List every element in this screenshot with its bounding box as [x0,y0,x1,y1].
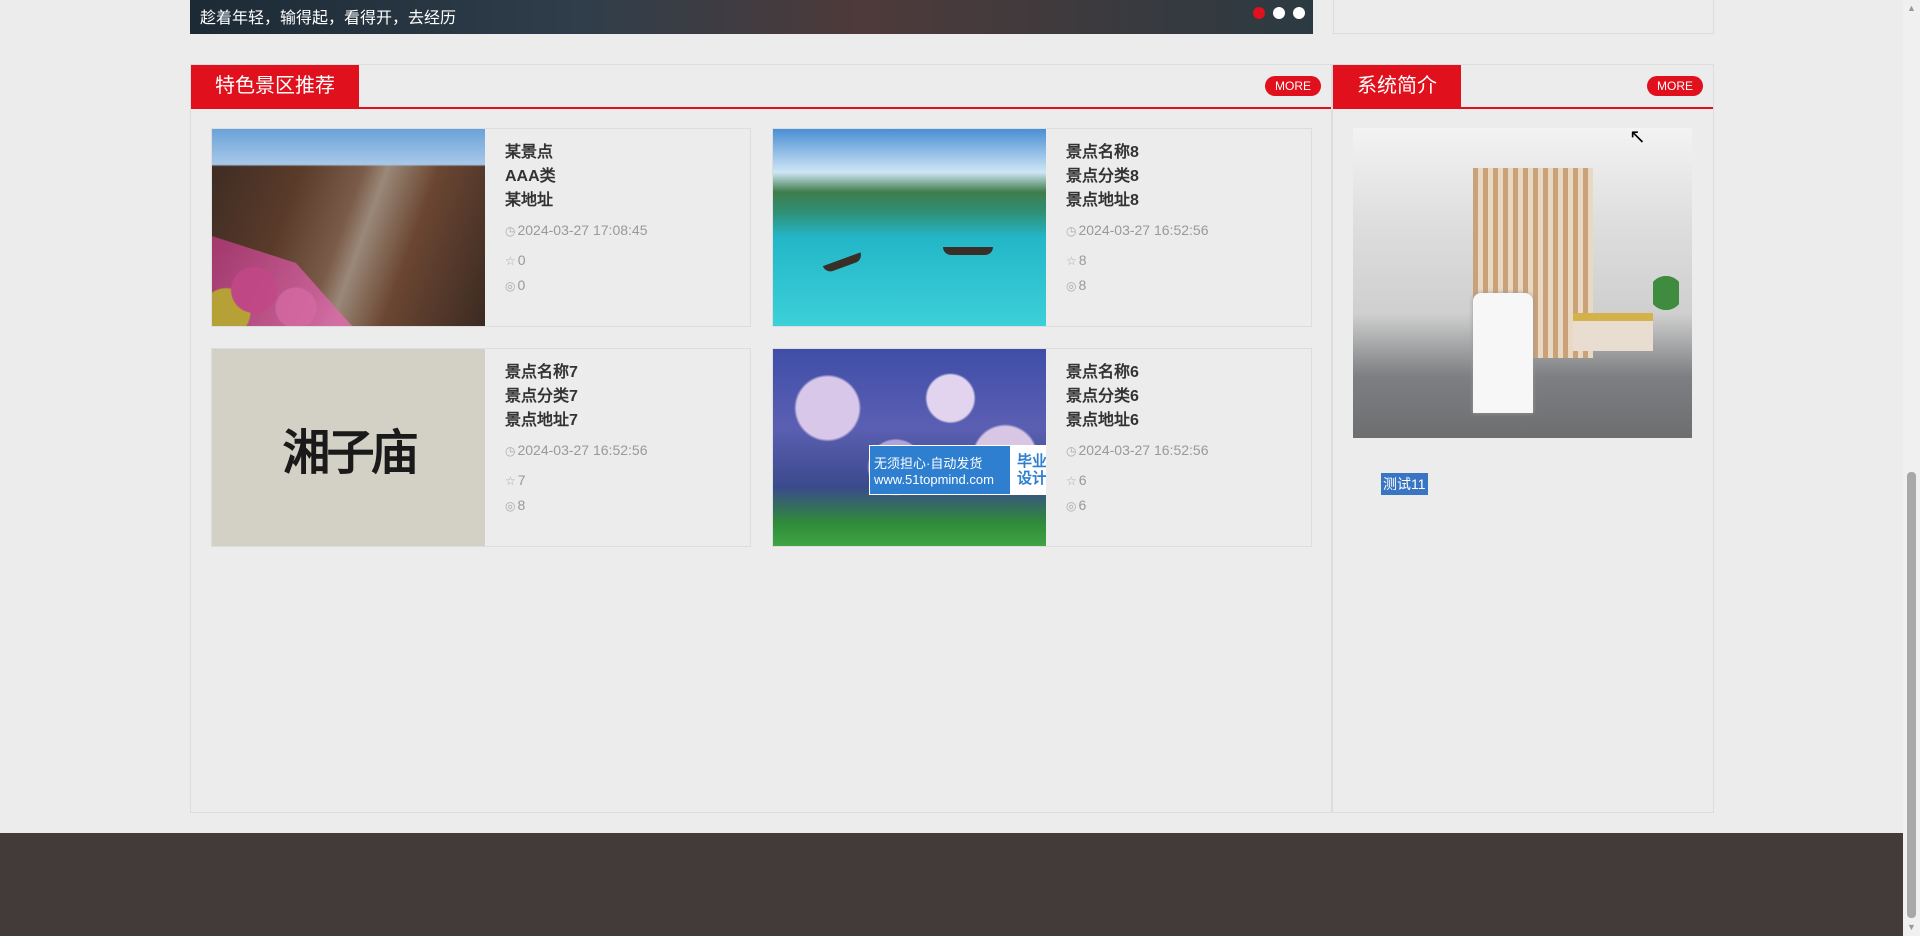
page: 趁着年轻，输得起，看得开，去经历 特色景区推荐 MORE 某景点 AAA类 某地… [0,0,1920,936]
featured-panel: 特色景区推荐 MORE 某景点 AAA类 某地址 ◷ 2024-03-27 17:… [190,64,1332,813]
scenic-card[interactable]: 景点名称8 景点分类8 景点地址8 ◷ 2024-03-27 16:52:56 ☆… [772,128,1312,327]
scenic-image[interactable] [212,129,485,326]
scroll-up-icon[interactable]: ▲ [1903,0,1920,17]
scenic-views: 8 [1078,277,1087,293]
scenic-name[interactable]: 景点名称6 [1066,361,1306,385]
scenic-category: AAA类 [505,168,556,185]
watermark-badge1: 毕业 [1016,453,1046,470]
scenic-image[interactable]: 无须担心·自动发货 www.51topmind.com 毕业 设计 [773,349,1046,546]
scenic-time: 2024-03-27 17:08:45 [517,222,648,238]
clock-icon: ◷ [1066,224,1077,238]
scenic-address: 景点地址6 [1066,412,1139,429]
watermark-badge: 无须担心·自动发货 www.51topmind.com 毕业 设计 [869,445,1046,495]
scenic-card[interactable]: 湘子庙 景点名称7 景点分类7 景点地址7 ◷ 2024-03-27 16:52:… [211,348,751,547]
banner-carousel[interactable]: 趁着年轻，输得起，看得开，去经历 [190,0,1313,34]
scenic-name[interactable]: 景点名称7 [505,361,745,385]
carousel-dot-3[interactable] [1293,7,1305,19]
intro-text: 测试11 [1381,473,1428,495]
eye-icon: ◎ [1066,499,1077,513]
scenic-likes: 6 [1078,472,1087,488]
footer [0,833,1903,936]
scenic-time: 2024-03-27 16:52:56 [1078,222,1209,238]
featured-more-button[interactable]: MORE [1265,76,1321,96]
scenic-address: 景点地址8 [1066,192,1139,209]
eye-icon: ◎ [505,279,516,293]
clock-icon: ◷ [505,444,516,458]
scenic-time: 2024-03-27 16:52:56 [1078,442,1209,458]
star-icon: ☆ [505,474,516,488]
star-icon: ☆ [505,254,516,268]
banner-caption: 趁着年轻，输得起，看得开，去经历 [200,10,457,27]
scenic-name[interactable]: 某景点 [505,141,745,165]
scenic-image[interactable]: 湘子庙 [212,349,485,546]
scenic-address: 景点地址7 [505,412,578,429]
scenic-image[interactable] [773,129,1046,326]
intro-panel: 系统简介 MORE 测试11 [1332,64,1714,813]
scenic-time: 2024-03-27 16:52:56 [517,442,648,458]
scroll-down-icon[interactable]: ▼ [1903,919,1920,936]
scenic-card[interactable]: 某景点 AAA类 某地址 ◷ 2024-03-27 17:08:45 ☆ 0 ◎ 0 [211,128,751,327]
scenic-likes: 0 [517,252,526,268]
scenic-likes: 8 [1078,252,1087,268]
carousel-dot-1[interactable] [1253,7,1265,19]
intro-more-button[interactable]: MORE [1647,76,1703,96]
top-right-panel [1333,0,1714,34]
scenic-name[interactable]: 景点名称8 [1066,141,1306,165]
featured-header: 特色景区推荐 MORE [191,65,1331,109]
scenic-views: 6 [1078,497,1087,513]
eye-icon: ◎ [505,499,516,513]
scenic-address: 某地址 [505,192,554,209]
intro-header: 系统简介 MORE [1333,65,1713,109]
scenic-views: 8 [517,497,526,513]
featured-title: 特色景区推荐 [191,65,359,107]
scenic-category: 景点分类8 [1066,168,1139,185]
scenic-card[interactable]: 无须担心·自动发货 www.51topmind.com 毕业 设计 景点名称6 … [772,348,1312,547]
star-icon: ☆ [1066,254,1077,268]
star-icon: ☆ [1066,474,1077,488]
scenic-category: 景点分类6 [1066,388,1139,405]
carousel-dots [1253,7,1305,19]
calligraphy-logo: 湘子庙 [282,424,418,481]
scenic-views: 0 [517,277,526,293]
watermark-line1: 无须担心·自动发货 [874,456,983,471]
intro-image [1353,128,1692,438]
scroll-thumb[interactable] [1907,472,1916,918]
scenic-category: 景点分类7 [505,388,578,405]
scrollbar[interactable]: ▲ ▼ [1903,0,1920,936]
watermark-badge2: 设计 [1016,470,1046,487]
intro-title: 系统简介 [1333,65,1461,107]
clock-icon: ◷ [1066,444,1077,458]
scenic-likes: 7 [517,472,526,488]
clock-icon: ◷ [505,224,516,238]
mouse-cursor-icon: ↖ [1629,126,1646,148]
watermark-line2: www.51topmind.com [874,472,994,487]
carousel-dot-2[interactable] [1273,7,1285,19]
eye-icon: ◎ [1066,279,1077,293]
